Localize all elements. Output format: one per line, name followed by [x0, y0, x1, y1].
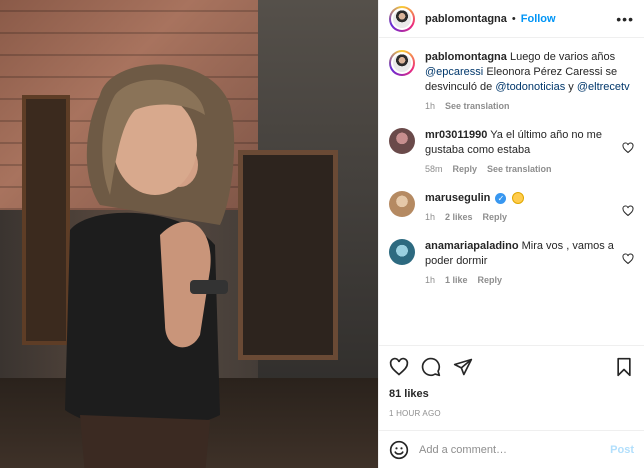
post-actions: 81 likes 1 HOUR AGO — [379, 345, 644, 418]
comment-username[interactable]: mr03011990 — [425, 129, 487, 141]
action-icons — [389, 354, 634, 380]
caption-meta: 1h See translation — [425, 99, 634, 114]
see-translation-button[interactable]: See translation — [445, 99, 510, 114]
likes-count[interactable]: 1 like — [445, 273, 468, 288]
worried-face-emoji-icon — [511, 192, 524, 205]
comment-time[interactable]: 1h — [425, 273, 435, 288]
comment-input[interactable] — [419, 443, 611, 456]
see-translation-button[interactable]: See translation — [487, 162, 552, 177]
heart-icon[interactable] — [389, 357, 409, 377]
avatar[interactable] — [389, 128, 415, 154]
caption-username[interactable]: pablomontagna — [425, 51, 507, 63]
mention-link[interactable]: @epcaressi — [425, 66, 483, 78]
comment-time[interactable]: 58m — [425, 162, 443, 177]
comment-meta: 58m Reply See translation — [425, 162, 622, 177]
comment-meta: 1h 2 likes Reply — [425, 210, 622, 225]
like-heart-icon[interactable] — [622, 253, 634, 265]
caption-time[interactable]: 1h — [425, 99, 435, 114]
smiley-emoji-icon[interactable] — [389, 440, 409, 460]
verified-badge-icon: ✓ — [495, 192, 507, 204]
comment-item: marusegulin ✓ 1h 2 likes Reply — [389, 191, 634, 225]
reply-button[interactable]: Reply — [478, 273, 503, 288]
likes-count[interactable]: 2 likes — [445, 210, 473, 225]
caption-text: Luego de varios años — [509, 51, 616, 63]
header-username[interactable]: pablomontagna — [425, 13, 507, 25]
comment-icon[interactable] — [421, 357, 441, 377]
comment-username[interactable]: marusegulin — [425, 192, 490, 204]
bookmark-icon[interactable] — [614, 357, 634, 377]
avatar[interactable] — [389, 239, 415, 265]
post-header: pablomontagna • Follow ••• — [379, 0, 644, 38]
mention-link[interactable]: @todonoticias — [495, 81, 565, 93]
more-options-icon[interactable]: ••• — [616, 11, 634, 27]
post-side-panel: pablomontagna • Follow ••• pablomontagna… — [378, 0, 644, 468]
follow-button[interactable]: Follow — [521, 13, 556, 25]
post-photo[interactable] — [0, 0, 378, 468]
like-heart-icon[interactable] — [622, 142, 634, 154]
share-icon[interactable] — [453, 357, 473, 377]
comment-item: anamariapaladino Mira vos , vamos a pode… — [389, 239, 634, 288]
comment-meta: 1h 1 like Reply — [425, 273, 622, 288]
add-comment-bar: Post — [379, 430, 644, 468]
separator-dot: • — [511, 12, 516, 25]
woman-figure — [65, 64, 235, 468]
post-time[interactable]: 1 HOUR AGO — [389, 409, 634, 418]
comment-item: mr03011990 Ya el último año no me gustab… — [389, 128, 634, 177]
avatar[interactable] — [389, 50, 415, 76]
reply-button[interactable]: Reply — [453, 162, 478, 177]
mention-link[interactable]: @eltrecetv — [577, 81, 630, 93]
avatar[interactable] — [389, 5, 415, 32]
avatar[interactable] — [389, 191, 415, 217]
reply-button[interactable]: Reply — [483, 210, 508, 225]
instagram-post: pablomontagna • Follow ••• pablomontagna… — [0, 0, 644, 468]
comment-time[interactable]: 1h — [425, 210, 435, 225]
caption-text: y — [568, 81, 574, 93]
comment-username[interactable]: anamariapaladino — [425, 240, 519, 252]
likes-count[interactable]: 81 likes — [389, 388, 634, 400]
caption: pablomontagna Luego de varios años @epca… — [389, 50, 634, 114]
comments-list[interactable]: pablomontagna Luego de varios años @epca… — [379, 38, 644, 345]
post-button[interactable]: Post — [610, 444, 634, 456]
like-heart-icon[interactable] — [622, 205, 634, 217]
